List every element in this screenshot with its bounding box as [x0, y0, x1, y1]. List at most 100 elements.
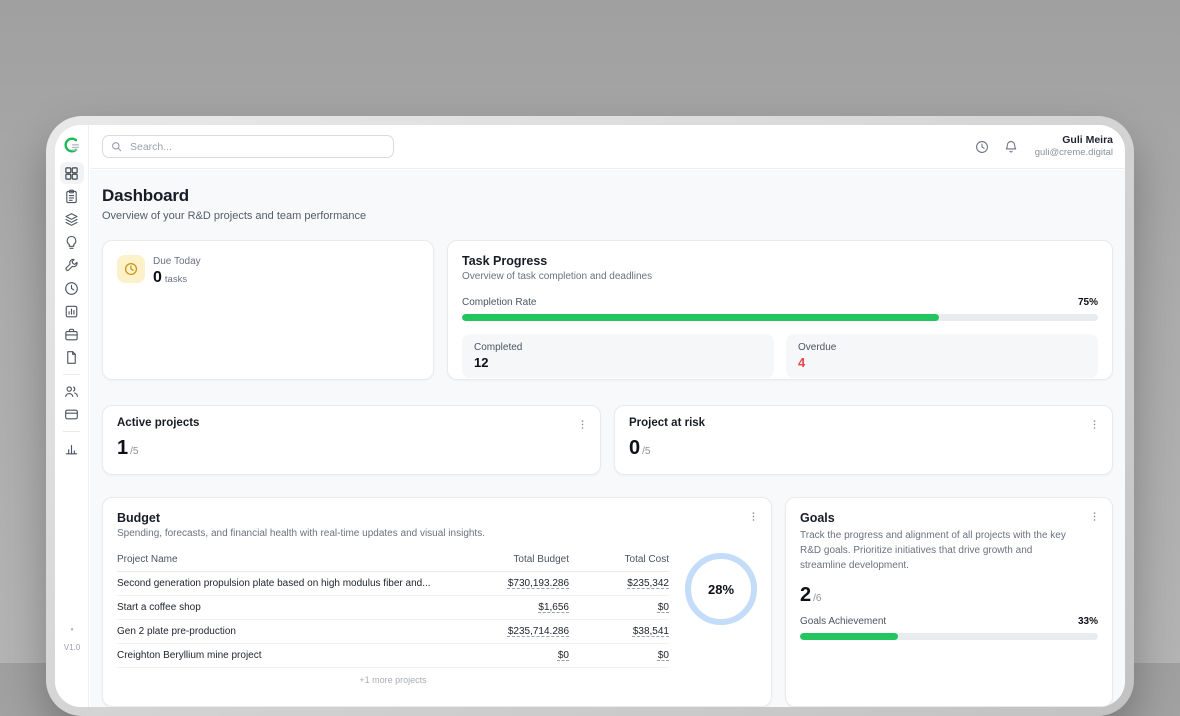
main-content: Dashboard Overview of your R&D projects … — [90, 170, 1125, 707]
budget-total-budget-link[interactable]: $730,193.286 — [508, 578, 569, 589]
budget-total-budget: $0 — [454, 650, 569, 661]
completion-rate-bar-fill — [462, 314, 939, 321]
budget-percent-value: 28% — [708, 582, 734, 597]
budget-total-budget-link[interactable]: $0 — [558, 650, 569, 661]
goals-achievement-value: 33% — [1078, 616, 1098, 627]
document-icon — [64, 350, 79, 365]
active-projects-title: Active projects — [117, 417, 586, 429]
sidebar: • V1.0 — [55, 125, 89, 707]
kebab-menu-icon[interactable] — [746, 507, 761, 529]
kebab-menu-icon[interactable] — [575, 415, 590, 437]
overdue-label: Overdue — [798, 342, 1086, 353]
topbar: Guli Meira guli@creme.digital — [90, 125, 1125, 169]
topbar-right: Guli Meira guli@creme.digital — [975, 134, 1113, 159]
budget-total-budget: $235,714.286 — [454, 626, 569, 637]
budget-total-cost: $0 — [569, 602, 669, 613]
completed-value: 12 — [474, 355, 762, 370]
active-projects-denominator: /5 — [130, 446, 138, 457]
due-today-card: Due Today 0tasks — [102, 240, 434, 380]
completion-rate-value: 75% — [1078, 297, 1098, 308]
task-progress-title: Task Progress — [462, 254, 1098, 268]
budget-percent-ring: 28% — [685, 553, 757, 625]
history-clock-icon[interactable] — [975, 140, 989, 154]
wrench-icon — [64, 258, 79, 273]
project-at-risk-card: Project at risk 0/5 — [614, 405, 1113, 475]
completed-label: Completed — [474, 342, 762, 353]
budget-total-cost-link[interactable]: $0 — [658, 602, 669, 613]
due-today-label: Due Today — [153, 256, 201, 267]
page-subtitle: Overview of your R&D projects and team p… — [102, 210, 1113, 222]
due-today-value: 0 — [153, 269, 162, 286]
column-total-cost: Total Cost — [569, 554, 669, 565]
app-version: V1.0 — [55, 643, 89, 652]
budget-table-row: Creighton Beryllium mine project$0$0 — [117, 644, 669, 668]
sidebar-item-documents[interactable] — [60, 346, 84, 368]
budget-total-budget: $730,193.286 — [454, 578, 569, 589]
budget-table-row: Gen 2 plate pre-production $235,714.286 $3… — [117, 620, 669, 644]
sidebar-item-tasks[interactable] — [60, 185, 84, 207]
overdue-box: Overdue 4 — [786, 334, 1098, 378]
kebab-menu-icon[interactable] — [1087, 507, 1102, 529]
goals-value: 2 — [800, 584, 811, 606]
sidebar-item-tools[interactable] — [60, 254, 84, 276]
lightbulb-icon — [64, 235, 79, 250]
chart-board-icon — [64, 304, 79, 319]
goals-achievement-bar — [800, 633, 1098, 640]
search-input[interactable] — [128, 140, 385, 154]
sidebar-item-projects[interactable] — [60, 208, 84, 230]
sidebar-item-analytics[interactable] — [60, 437, 84, 459]
creme-logo-icon — [62, 135, 82, 155]
active-projects-card: Active projects 1/5 — [102, 405, 601, 475]
clock-icon — [64, 281, 79, 296]
briefcase-icon — [64, 327, 79, 342]
goals-title: Goals — [800, 511, 1098, 525]
sidebar-item-reports[interactable] — [60, 300, 84, 322]
goals-achievement-label: Goals Achievement — [800, 616, 886, 627]
budget-table-header: Project Name Total Budget Total Cost — [117, 551, 669, 572]
budget-total-cost: $0 — [569, 650, 669, 661]
sidebar-item-billing[interactable] — [60, 403, 84, 425]
due-today-badge — [117, 255, 145, 283]
project-at-risk-denominator: /5 — [642, 446, 650, 457]
budget-total-cost: $38,541 — [569, 626, 669, 637]
sidebar-divider — [63, 374, 80, 375]
user-menu[interactable]: Guli Meira guli@creme.digital — [1035, 134, 1113, 159]
clock-icon — [124, 262, 138, 276]
task-progress-subtitle: Overview of task completion and deadline… — [462, 271, 1098, 282]
credit-card-icon — [64, 407, 79, 422]
search-box[interactable] — [102, 135, 394, 158]
sidebar-item-dashboard[interactable] — [60, 162, 84, 184]
sidebar-divider — [63, 431, 80, 432]
goals-card: Goals Track the progress and alignment o… — [785, 497, 1113, 707]
sidebar-item-ideas[interactable] — [60, 231, 84, 253]
budget-total-cost-link[interactable]: $38,541 — [633, 626, 669, 637]
user-name: Guli Meira — [1035, 134, 1113, 147]
completion-rate-label: Completion Rate — [462, 297, 536, 308]
budget-project-name: Second generation propulsion plate based… — [117, 578, 454, 589]
bell-icon[interactable] — [1004, 140, 1018, 154]
budget-subtitle: Spending, forecasts, and financial healt… — [117, 528, 757, 539]
sidebar-item-team[interactable] — [60, 380, 84, 402]
budget-total-cost-link[interactable]: $0 — [658, 650, 669, 661]
budget-total-cost-link[interactable]: $235,342 — [627, 578, 669, 589]
page-title: Dashboard — [102, 186, 1113, 206]
dashboard-grid-icon — [64, 166, 79, 181]
budget-total-budget-link[interactable]: $235,714.286 — [508, 626, 569, 637]
budget-project-name: Start a coffee shop — [117, 602, 454, 613]
sidebar-item-portfolio[interactable] — [60, 323, 84, 345]
completed-box: Completed 12 — [462, 334, 774, 378]
budget-card: Budget Spending, forecasts, and financia… — [102, 497, 772, 707]
column-project-name: Project Name — [117, 554, 454, 565]
due-today-unit: tasks — [165, 274, 187, 285]
budget-title: Budget — [117, 511, 757, 525]
more-projects-label[interactable]: +1 more projects — [117, 668, 669, 685]
goals-description: Track the progress and alignment of all … — [800, 528, 1098, 573]
user-email: guli@creme.digital — [1035, 147, 1113, 159]
sidebar-item-time[interactable] — [60, 277, 84, 299]
bar-chart-icon — [64, 441, 79, 456]
search-icon — [111, 141, 122, 152]
budget-total-budget: $1,656 — [454, 602, 569, 613]
kebab-menu-icon[interactable] — [1087, 415, 1102, 437]
budget-project-name: Gen 2 plate pre-production — [117, 626, 454, 637]
budget-total-budget-link[interactable]: $1,656 — [538, 602, 569, 613]
